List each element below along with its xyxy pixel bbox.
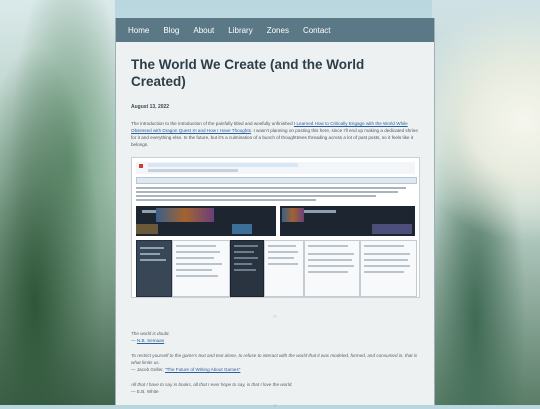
- quote-attribution: — E.B. White: [131, 389, 159, 394]
- panel-line: [234, 251, 254, 253]
- nav-library[interactable]: Library: [228, 26, 252, 35]
- top-nav: Home Blog About Library Zones Contact: [116, 18, 434, 42]
- screenshot-text-line: [136, 199, 316, 201]
- panel-line: [176, 251, 220, 253]
- panel-line: [234, 257, 258, 259]
- panel-line: [308, 265, 354, 267]
- screenshot-context-menu: [230, 240, 264, 297]
- quote-text: All that I have to say in books, all tha…: [131, 382, 293, 387]
- screenshot-notice-bar: [136, 177, 417, 184]
- panel-line: [234, 269, 256, 271]
- nav-zones[interactable]: Zones: [267, 26, 289, 35]
- panel-line: [140, 259, 166, 261]
- nav-contact[interactable]: Contact: [303, 26, 331, 35]
- section-divider-bottom: ⁙: [272, 403, 278, 409]
- panel-line: [176, 257, 214, 259]
- panel-line: [140, 247, 164, 249]
- panel-line: [364, 253, 410, 255]
- background-art-right: [432, 0, 540, 405]
- epigraph-quote-3: All that I have to say in books, all tha…: [131, 381, 419, 395]
- quote-text: The world is doubt.: [131, 331, 170, 336]
- post-date: August 13, 2022: [131, 104, 170, 110]
- background-art-left: [0, 0, 115, 405]
- screenshot-header-row: [136, 162, 415, 174]
- panel-line: [308, 245, 348, 247]
- panel-line: [176, 275, 218, 277]
- screenshot-highlight: [148, 163, 298, 167]
- nav-about[interactable]: About: [193, 26, 214, 35]
- panel-line: [268, 251, 298, 253]
- panel-line: [176, 269, 212, 271]
- panel-line: [364, 265, 410, 267]
- screenshot-thumb: [372, 224, 412, 234]
- post-intro: The introduction to the introduction of …: [131, 120, 419, 148]
- quote-text: To restrict yourself to the game's text …: [131, 353, 418, 365]
- attribution-prefix: — Jacob Geller,: [131, 367, 165, 372]
- page-container: Home Blog About Library Zones Contact Th…: [115, 18, 435, 409]
- panel-line: [364, 259, 408, 261]
- panel-line: [234, 263, 252, 265]
- panel-line: [140, 253, 160, 255]
- panel-line: [234, 245, 258, 247]
- nav-blog[interactable]: Blog: [163, 26, 179, 35]
- screenshot-menu-list: [264, 240, 304, 297]
- nav-home[interactable]: Home: [128, 26, 149, 35]
- screenshot-flag-icon: [139, 164, 143, 168]
- screenshot-properties-dialog-2: [360, 240, 417, 297]
- screenshot-file-tree: [172, 240, 230, 297]
- attribution-link[interactable]: N.B. Semaan: [137, 338, 164, 343]
- screenshot-game-banner: [156, 208, 214, 222]
- panel-line: [268, 245, 296, 247]
- post-title: The World We Create (and the World Creat…: [131, 57, 365, 89]
- section-divider: ⁙: [272, 314, 278, 320]
- epigraph-quote-1: The world is doubt. — N.B. Semaan: [131, 330, 419, 344]
- screenshot-thumb: [136, 224, 158, 234]
- screenshot-side-panel: [136, 240, 172, 297]
- quote-attribution: — N.B. Semaan: [131, 337, 419, 344]
- screenshot-text-line: [136, 191, 398, 193]
- panel-line: [364, 271, 404, 273]
- screenshot-line: [148, 169, 238, 172]
- screenshot-properties-dialog: [304, 240, 360, 297]
- screenshot-text-line: [136, 187, 406, 189]
- intro-text-start: The introduction to the introduction of …: [131, 121, 294, 126]
- screenshot-thumb: [232, 224, 252, 234]
- attribution-link[interactable]: "The Future of Writing About Games": [165, 367, 240, 372]
- screenshot-text-line: [136, 195, 376, 197]
- epigraph-quote-2: To restrict yourself to the game's text …: [131, 352, 419, 373]
- panel-line: [268, 257, 294, 259]
- panel-line: [308, 253, 354, 255]
- panel-line: [176, 245, 216, 247]
- panel-line: [364, 245, 404, 247]
- panel-line: [308, 271, 348, 273]
- panel-line: [268, 263, 298, 265]
- post-content: The World We Create (and the World Creat…: [116, 56, 434, 409]
- quote-attribution: — Jacob Geller, "The Future of Writing A…: [131, 366, 419, 373]
- panel-line: [176, 263, 222, 265]
- embedded-screenshot-image: [131, 157, 420, 298]
- panel-line: [308, 259, 352, 261]
- screenshot-game-banner-small: [282, 208, 304, 222]
